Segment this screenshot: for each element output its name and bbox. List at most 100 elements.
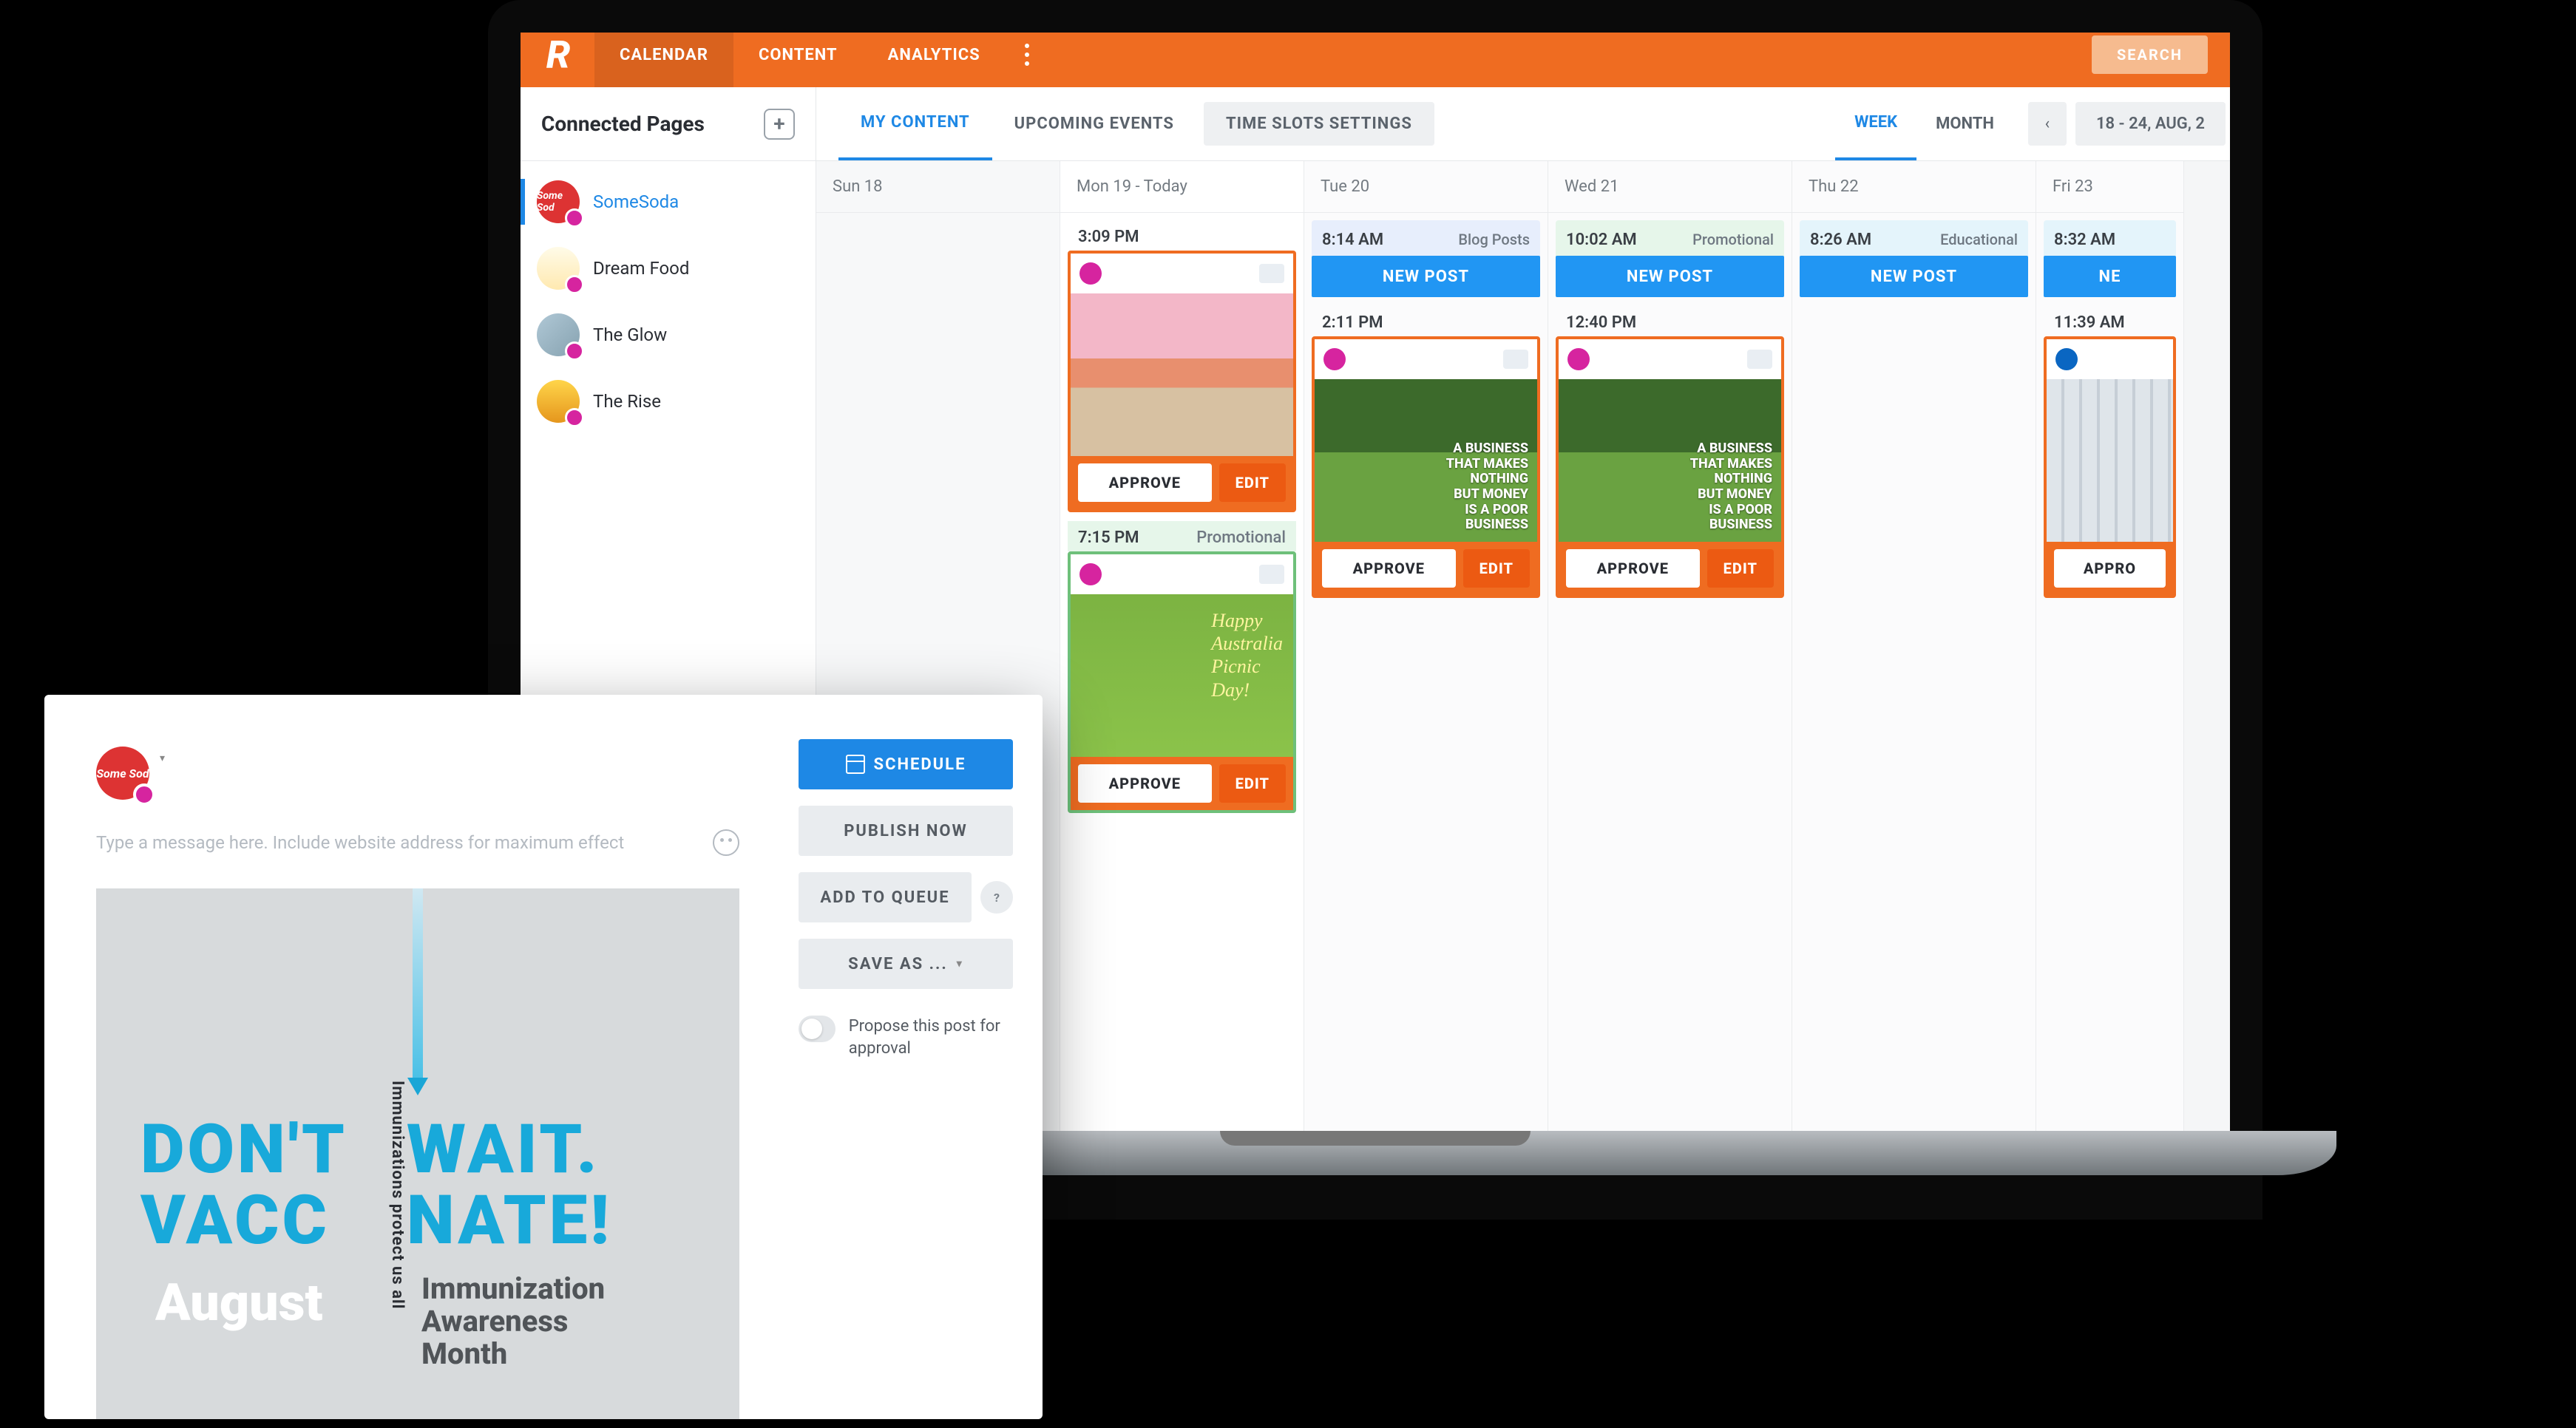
instagram-icon: [565, 408, 584, 427]
instagram-icon: [565, 275, 584, 294]
approve-button[interactable]: APPROVE: [1566, 549, 1700, 588]
post-composer-modal: Some Sod ▾ Type a message here. Include …: [44, 695, 1043, 1419]
sidebar-item-label: SomeSoda: [593, 191, 679, 212]
slot-time: 12:40 PM: [1556, 306, 1784, 336]
post-card[interactable]: APPROVE EDIT: [1068, 251, 1296, 512]
day-header: Mon 19 - Today: [1060, 161, 1304, 213]
slot-time: 2:11 PM: [1312, 306, 1540, 336]
post-card[interactable]: A BUSINESS THAT MAKES NOTHING BUT MONEY …: [1556, 336, 1784, 598]
approve-button[interactable]: APPROVE: [1322, 549, 1456, 588]
post-card[interactable]: APPRO: [2044, 336, 2176, 598]
image-text: VACC: [140, 1181, 330, 1260]
instagram-icon: [565, 341, 584, 361]
app-logo[interactable]: R: [521, 22, 594, 87]
page-avatar: [537, 380, 580, 423]
page-avatar: [537, 313, 580, 356]
composer-page-avatar[interactable]: Some Sod: [96, 747, 149, 800]
page-avatar: [537, 247, 580, 290]
slot-time: 11:39 AM: [2044, 306, 2176, 336]
day-header: Thu 22: [1792, 161, 2036, 213]
nav-more-menu[interactable]: [1006, 22, 1048, 87]
post-card[interactable]: Happy Australia Picnic Day! APPROVE EDIT: [1068, 551, 1296, 813]
day-column-thu: Thu 22 8:26 AMEducational NEW POST: [1792, 161, 2036, 1138]
slot-time: 7:15 PMPromotional: [1068, 521, 1296, 551]
slot-header: 8:26 AMEducational: [1800, 220, 2028, 259]
subtab-my-content[interactable]: MY CONTENT: [838, 87, 992, 160]
new-post-button[interactable]: NE: [2044, 256, 2176, 297]
nav-tab-calendar[interactable]: CALENDAR: [594, 22, 733, 87]
image-text: DON'T: [140, 1110, 348, 1189]
sidebar-item-label: Dream Food: [593, 258, 689, 279]
image-text: Immunization Awareness Month: [421, 1273, 605, 1370]
chevron-down-icon[interactable]: ▾: [160, 752, 165, 764]
image-icon: [1259, 264, 1284, 283]
slot-header: 8:14 AMBlog Posts: [1312, 220, 1540, 259]
post-overlay-text: Happy Australia Picnic Day!: [1211, 609, 1283, 701]
sidebar-title: Connected Pages: [541, 112, 764, 136]
post-card[interactable]: A BUSINESS THAT MAKES NOTHING BUT MONEY …: [1312, 336, 1540, 598]
sidebar-page-theglow[interactable]: The Glow: [521, 302, 816, 368]
post-image: A BUSINESS THAT MAKES NOTHING BUT MONEY …: [1559, 379, 1781, 542]
instagram-icon: [565, 208, 584, 228]
image-text: Immunizations protect us all: [388, 1081, 407, 1310]
instagram-icon: [133, 783, 155, 806]
approve-button[interactable]: APPROVE: [1078, 764, 1212, 803]
slot-time: 3:09 PM: [1068, 220, 1296, 251]
new-post-button[interactable]: NEW POST: [1556, 256, 1784, 297]
prev-week-button[interactable]: ‹: [2028, 102, 2067, 146]
save-as-dropdown[interactable]: SAVE AS ...▾: [799, 939, 1013, 989]
image-text: August: [155, 1273, 323, 1333]
approve-button[interactable]: APPRO: [2054, 549, 2166, 588]
sidebar-page-somesoda[interactable]: Some Sod SomeSoda: [521, 169, 816, 235]
day-column-tue: Tue 20 8:14 AMBlog Posts NEW POST 2:11 P…: [1304, 161, 1548, 1138]
publish-now-button[interactable]: PUBLISH NOW: [799, 806, 1013, 856]
instagram-icon: [1567, 348, 1590, 370]
image-icon: [1503, 350, 1528, 369]
message-input[interactable]: Type a message here. Include website add…: [96, 832, 698, 853]
post-image: Happy Australia Picnic Day!: [1071, 594, 1293, 757]
day-header: Tue 20: [1304, 161, 1548, 213]
add-page-button[interactable]: +: [764, 109, 795, 140]
top-navbar: R CALENDAR CONTENT ANALYTICS SEARCH: [521, 22, 2230, 87]
slot-header: 8:32 AM: [2044, 220, 2176, 259]
day-header: Wed 21: [1548, 161, 1792, 213]
image-text: NATE!: [407, 1181, 612, 1260]
slot-header: 10:02 AMPromotional: [1556, 220, 1784, 259]
propose-approval-toggle[interactable]: [799, 1016, 835, 1042]
date-range-label[interactable]: 18 - 24, AUG, 2: [2075, 102, 2226, 146]
nav-tab-analytics[interactable]: ANALYTICS: [863, 22, 1006, 87]
day-column-wed: Wed 21 10:02 AMPromotional NEW POST 12:4…: [1548, 161, 1792, 1138]
schedule-button[interactable]: SCHEDULE: [799, 739, 1013, 789]
post-image: [2047, 379, 2173, 542]
edit-button[interactable]: EDIT: [1219, 463, 1286, 502]
sidebar-page-therise[interactable]: The Rise: [521, 368, 816, 435]
composer-image-preview[interactable]: Immunizations protect us all DON'T WAIT.…: [96, 888, 739, 1419]
image-icon: [1259, 565, 1284, 584]
edit-button[interactable]: EDIT: [1463, 549, 1530, 588]
instagram-icon: [1323, 348, 1346, 370]
sidebar-page-dreamfood[interactable]: Dream Food: [521, 235, 816, 302]
nav-tab-content[interactable]: CONTENT: [733, 22, 863, 87]
day-header: Sun 18: [816, 161, 1060, 213]
sidebar-item-label: The Glow: [593, 324, 667, 345]
subtab-upcoming-events[interactable]: UPCOMING EVENTS: [992, 87, 1196, 160]
emoji-picker-button[interactable]: [713, 829, 739, 856]
subtab-time-slots-settings[interactable]: TIME SLOTS SETTINGS: [1204, 102, 1434, 146]
post-image: A BUSINESS THAT MAKES NOTHING BUT MONEY …: [1315, 379, 1537, 542]
page-avatar: Some Sod: [537, 180, 580, 223]
new-post-button[interactable]: NEW POST: [1800, 256, 2028, 297]
add-to-queue-button[interactable]: ADD TO QUEUE: [799, 872, 972, 922]
edit-button[interactable]: EDIT: [1707, 549, 1774, 588]
propose-approval-label: Propose this post for approval: [849, 1016, 1013, 1059]
new-post-button[interactable]: NEW POST: [1312, 256, 1540, 297]
approve-button[interactable]: APPROVE: [1078, 463, 1212, 502]
image-icon: [1747, 350, 1772, 369]
help-icon[interactable]: ?: [980, 881, 1013, 914]
range-month[interactable]: MONTH: [1916, 87, 2013, 160]
instagram-icon: [1079, 262, 1102, 285]
content-subnav: MY CONTENT UPCOMING EVENTS TIME SLOTS SE…: [816, 87, 2230, 161]
search-button[interactable]: SEARCH: [2092, 35, 2208, 74]
range-week[interactable]: WEEK: [1835, 87, 1916, 160]
edit-button[interactable]: EDIT: [1219, 764, 1286, 803]
post-overlay-text: A BUSINESS THAT MAKES NOTHING BUT MONEY …: [1690, 441, 1772, 533]
